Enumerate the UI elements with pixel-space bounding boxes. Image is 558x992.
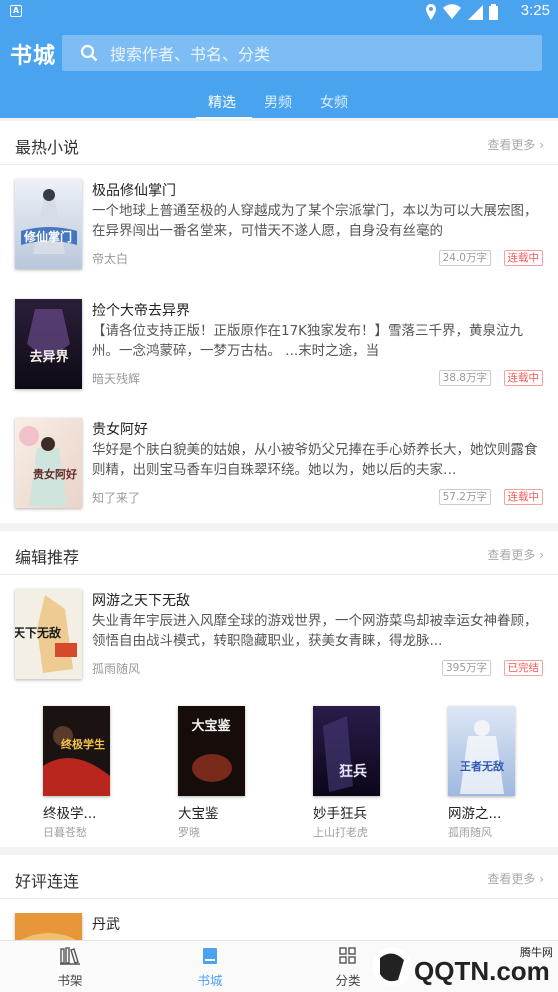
book-cover: 去异界 xyxy=(15,299,82,389)
category-tabs: 精选 男频 女频 xyxy=(0,88,558,119)
view-more-link[interactable]: 查看更多 › xyxy=(487,136,544,153)
section-title: 最热小说 xyxy=(15,138,80,157)
book-description: 华好是个肤白貌美的姑娘，从小被爷奶父兄捧在手心娇养长大，她饮则露食则精，出则宝马… xyxy=(92,442,538,478)
book-author: 暗天残辉 xyxy=(92,372,141,386)
nav-bookshelf[interactable]: 书架 xyxy=(30,947,110,989)
cover-title: 狂兵 xyxy=(339,763,367,780)
book-item[interactable]: 去异界 捡个大帝去异界 【请各位支持正版！正版原作在17K独家发布！】雪落三千界… xyxy=(0,299,558,409)
book-author: 罗晓 xyxy=(178,826,200,839)
section-title: 编辑推荐 xyxy=(15,548,80,567)
book-description: 失业青年宇辰进入风靡全球的游戏世界，一个网游菜鸟却被幸运女神眷顾，领悟自由战斗模… xyxy=(92,613,538,649)
clock: 3:25 xyxy=(520,2,550,19)
cover-title: 天下无敌 xyxy=(15,625,61,640)
search-placeholder: 搜索作者、书名、分类 xyxy=(110,45,271,64)
book-cover: 贵女阿好 xyxy=(15,418,82,508)
app-notification-icon: A xyxy=(10,5,22,17)
book-author: 知了来了 xyxy=(92,491,141,505)
app-header: 书城 搜索作者、书名、分类 精选 男频 女频 xyxy=(0,24,558,119)
search-input[interactable]: 搜索作者、书名、分类 xyxy=(62,35,542,71)
watermark-site: 腾牛网 xyxy=(520,945,552,959)
book-item[interactable]: 丹武 xyxy=(0,913,558,940)
book-author: 孤雨随风 xyxy=(92,662,141,676)
book-cover: 天下无敌 xyxy=(15,589,82,679)
view-more-link[interactable]: 查看更多 › xyxy=(487,546,544,563)
book-cover xyxy=(15,913,82,940)
grid-book-item[interactable]: 狂兵 妙手狂兵 上山打老虎 xyxy=(313,706,413,846)
book-item[interactable]: 天下无敌 网游之天下无敌 失业青年宇辰进入风靡全球的游戏世界，一个网游菜鸟却被幸… xyxy=(0,589,558,699)
book-cover: 王者无敌 xyxy=(448,706,515,796)
book-cover: 大宝鉴 xyxy=(178,706,245,796)
grid-book-item[interactable]: 大宝鉴 大宝鉴 罗晓 xyxy=(178,706,278,846)
book-author: 上山打老虎 xyxy=(313,826,368,839)
book-item[interactable]: 修仙掌门 极品修仙掌门 一个地球上普通至极的人穿越成为了某个宗派掌门，本以为可以… xyxy=(0,179,558,289)
view-more-link[interactable]: 查看更多 › xyxy=(487,870,544,887)
word-count-badge: 38.8万字 xyxy=(438,370,491,386)
status-badge: 已完结 xyxy=(503,660,543,676)
book-author: 日暮苍愁 xyxy=(43,826,87,839)
bookstore-icon xyxy=(203,948,217,964)
signal-icon xyxy=(468,5,483,20)
grid-book-item[interactable]: 终极学生 终极学... 日暮苍愁 xyxy=(43,706,143,846)
status-badge: 连载中 xyxy=(503,250,543,266)
cover-title: 去异界 xyxy=(29,349,68,365)
book-title: 极品修仙掌门 xyxy=(92,183,176,199)
book-title: 终极学... xyxy=(43,806,97,822)
watermark-text: QQTN.com xyxy=(414,956,550,986)
tab-male[interactable]: 男频 xyxy=(264,92,292,112)
book-title: 丹武 xyxy=(92,917,120,933)
book-cover: 修仙掌门 xyxy=(15,179,82,269)
cover-title: 修仙掌门 xyxy=(23,229,72,244)
grid-book-item[interactable]: 王者无敌 网游之... 孤雨随风 xyxy=(448,706,548,846)
battery-icon xyxy=(489,4,498,20)
book-title: 大宝鉴 xyxy=(178,806,219,822)
section-title: 好评连连 xyxy=(15,872,80,891)
divider xyxy=(0,898,558,899)
search-icon xyxy=(80,44,98,62)
book-title: 妙手狂兵 xyxy=(313,806,367,822)
book-cover: 终极学生 xyxy=(43,706,110,796)
status-badge: 连载中 xyxy=(503,489,543,505)
word-count-badge: 24.0万字 xyxy=(438,250,491,266)
book-title: 网游之天下无敌 xyxy=(92,593,190,609)
word-count-badge: 395万字 xyxy=(441,660,491,676)
book-description: 一个地球上普通至极的人穿越成为了某个宗派掌门，本以为可以大展宏图，在异界闯出一番… xyxy=(92,203,538,239)
tab-female[interactable]: 女频 xyxy=(320,92,348,112)
status-badge: 连载中 xyxy=(503,370,543,386)
tab-featured[interactable]: 精选 xyxy=(208,92,236,112)
location-icon xyxy=(426,4,436,20)
book-author: 帝太白 xyxy=(92,252,129,266)
book-cover: 狂兵 xyxy=(313,706,380,796)
book-item[interactable]: 贵女阿好 贵女阿好 华好是个肤白貌美的姑娘，从小被爷奶父兄捧在手心娇养长大，她饮… xyxy=(0,418,558,528)
cover-title: 终极学生 xyxy=(61,737,105,751)
status-bar: A 3:25 xyxy=(0,0,558,24)
divider xyxy=(0,164,558,165)
book-title: 网游之... xyxy=(448,806,502,822)
nav-label: 书架 xyxy=(57,973,83,988)
bookshelf-icon xyxy=(60,947,80,965)
status-icons xyxy=(425,4,498,20)
bookstore-logo: 书城 xyxy=(10,43,57,69)
nav-bookstore[interactable]: 书城 xyxy=(170,947,250,989)
book-title: 捡个大帝去异界 xyxy=(92,303,190,319)
divider xyxy=(0,574,558,575)
top-rated-section: 好评连连 查看更多 › 丹武 xyxy=(0,855,558,940)
nav-label: 书城 xyxy=(197,973,223,988)
active-tab-indicator xyxy=(196,117,252,119)
word-count-badge: 57.2万字 xyxy=(438,489,491,505)
editor-picks-section: 编辑推荐 查看更多 › 天下无敌 网游之天下无敌 失业青年宇辰进入风靡全球的游戏… xyxy=(0,531,558,847)
book-title: 贵女阿好 xyxy=(92,422,148,438)
hot-novels-section: 最热小说 查看更多 › 修仙掌门 极品修仙掌门 一个地球上普通至极的人穿越成为了… xyxy=(0,121,558,523)
book-description: 【请各位支持正版！正版原作在17K独家发布！】雪落三千界，黄泉泣九州。一念鸿蒙碎… xyxy=(92,323,524,359)
wifi-icon xyxy=(443,4,461,19)
book-author: 孤雨随风 xyxy=(448,826,492,839)
cover-title: 王者无敌 xyxy=(460,759,504,773)
cover-title: 贵女阿好 xyxy=(33,467,77,481)
cover-title: 大宝鉴 xyxy=(191,718,231,734)
site-watermark: QQTN.com 腾牛网 xyxy=(372,945,552,987)
